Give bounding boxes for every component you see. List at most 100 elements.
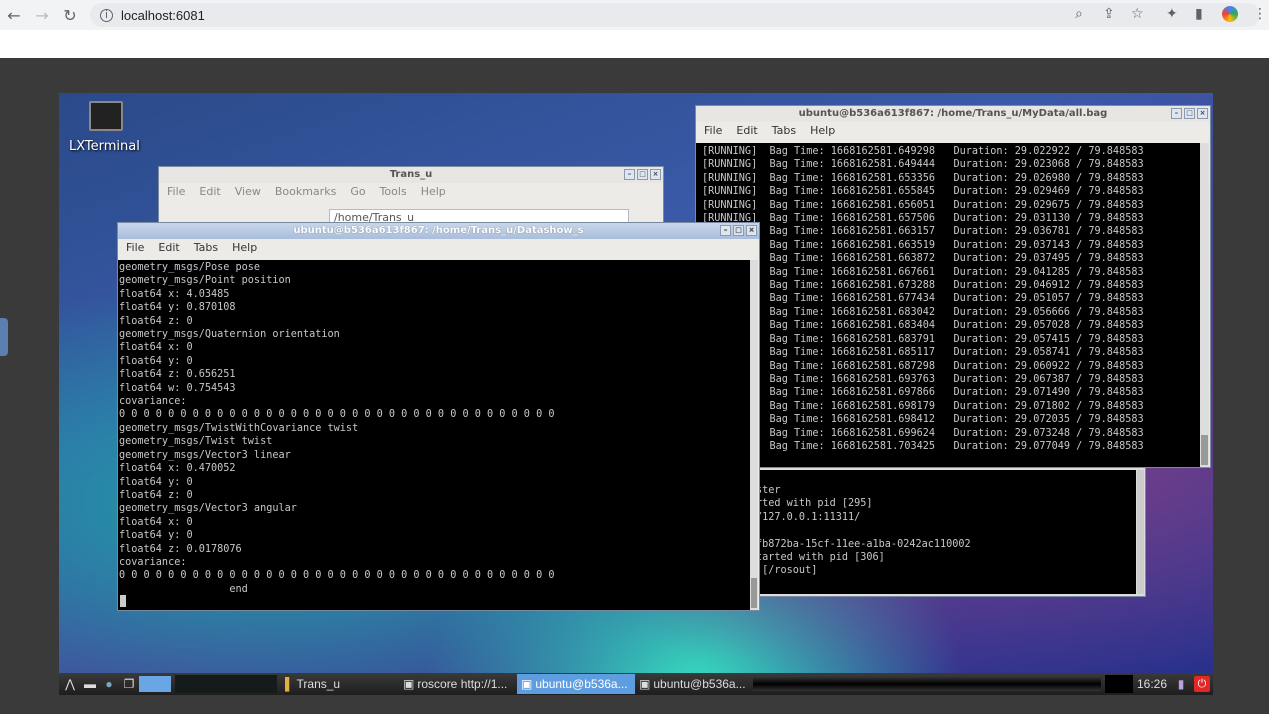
terminal-line: [RUNNING] Bag Time: 1668162581.699624 Du… [702,427,1144,439]
maximize-button[interactable]: □ [637,169,648,180]
terminal-line: tarted with pid [306] [756,552,885,564]
scrollbar[interactable] [1137,470,1144,594]
terminal-line: geometry_msgs/Twist twist [119,436,273,448]
terminal-line: [RUNNING] Bag Time: 1668162581.683791 Du… [702,333,1144,345]
menu-view[interactable]: View [235,183,261,201]
terminal-line: [RUNNING] Bag Time: 1668162581.687298 Du… [702,360,1144,372]
terminal-line: float64 y: 0.870108 [119,302,236,314]
terminal-line: /127.0.0.1:11311/ [756,511,861,523]
profile-avatar[interactable] [1222,6,1238,22]
back-icon[interactable]: ← [0,6,28,25]
terminal-line: [RUNNING] Bag Time: 1668162581.697866 Du… [702,387,1144,399]
network-icon[interactable]: ▮ [1171,677,1191,691]
close-button[interactable]: × [1197,108,1208,119]
workspace-1[interactable] [139,676,171,692]
terminal-line: [RUNNING] Bag Time: 1668162581.698179 Du… [702,400,1144,412]
extensions-icon[interactable]: ✦ [1166,6,1178,22]
terminal-datashow-window: ubuntu@b536a613f867: /home/Trans_u/Datas… [117,222,760,611]
terminal-line: geometry_msgs/Vector3 angular [119,503,297,515]
task-ubuntu-terminal-1[interactable]: ▣ ubuntu@b536a... [517,674,635,694]
terminal-line: [RUNNING] Bag Time: 1668162581.655845 Du… [702,186,1144,198]
terminal-line: float64 x: 0.470052 [119,463,236,475]
desktop-icon-label[interactable]: LXTerminal [69,139,140,154]
terminal-line: [RUNNING] Bag Time: 1668162581.663872 Du… [702,253,1144,265]
terminal-line: 0 0 0 0 0 0 0 0 0 0 0 0 0 0 0 0 0 0 0 0 … [119,570,555,582]
minimize-button[interactable]: – [720,225,731,236]
maximize-button[interactable]: □ [1184,108,1195,119]
close-button[interactable]: × [746,225,757,236]
terminal-launcher-icon[interactable]: ▬ [81,677,99,691]
terminal-line: [RUNNING] Bag Time: 1668162581.649444 Du… [702,159,1144,171]
task-trans-u[interactable]: ▌ Trans_u [281,674,399,694]
address-bar[interactable]: i localhost:6081 [90,3,1260,27]
menu-help[interactable]: Help [421,183,446,201]
menu-edit[interactable]: Edit [736,122,757,140]
scrollbar[interactable] [750,260,758,610]
terminal-line: [RUNNING] Bag Time: 1668162581.649298 Du… [702,146,1144,157]
menu-help[interactable]: Help [232,239,257,257]
zoom-icon[interactable]: ⌕ [1075,6,1083,22]
minimize-button[interactable]: – [1171,108,1182,119]
task-roscore[interactable]: ▣ roscore http://1... [399,674,517,694]
maximize-button[interactable]: □ [733,225,744,236]
app-menu-icon[interactable]: ⋀ [59,677,81,691]
folder-icon: ▌ [285,677,294,691]
menu-edit[interactable]: Edit [199,183,220,201]
forward-icon[interactable]: → [28,6,56,25]
window-title: ubuntu@b536a613f867: /home/Trans_u/MyDat… [696,106,1210,122]
task-ubuntu-terminal-2[interactable]: ▣ ubuntu@b536a... [635,674,753,694]
vnc-sidebar-handle[interactable] [0,318,8,356]
browser-launcher-icon[interactable]: ● [99,677,119,691]
info-icon[interactable]: i [100,8,113,22]
menu-tabs[interactable]: Tabs [194,239,218,257]
menu-kebab-icon[interactable]: ⋮ [1253,6,1267,22]
minimize-button[interactable]: – [624,169,635,180]
workspace-2[interactable] [175,675,209,693]
terminal-line: end [119,583,248,595]
terminal-output[interactable]: ster rted with pid [295]/127.0.0.1:11311/… [750,470,1136,594]
menu-bookmarks[interactable]: Bookmarks [275,183,336,201]
share-icon[interactable]: ⇪ [1103,6,1115,22]
workspace-3[interactable] [209,675,243,693]
power-icon[interactable]: ⏻ [1194,676,1210,692]
side-panel-icon[interactable]: ▮ [1195,6,1203,22]
reload-icon[interactable]: ↻ [56,6,84,25]
terminal-line: float64 z: 0 [119,315,193,327]
terminal-bag-window: ubuntu@b536a613f867: /home/Trans_u/MyDat… [695,105,1211,468]
terminal-line: float64 y: 0 [119,355,193,367]
terminal-line: geometry_msgs/TwistWithCovariance twist [119,422,359,434]
terminal-line: [RUNNING] Bag Time: 1668162581.677434 Du… [702,293,1144,305]
scrollbar[interactable] [1200,143,1209,467]
terminal-line: [RUNNING] Bag Time: 1668162581.663157 Du… [702,226,1144,238]
terminal-line: float64 x: 4.03485 [119,288,230,300]
menu-file[interactable]: File [167,183,185,201]
terminal-line: float64 x: 0 [119,342,193,354]
workspace-4[interactable] [243,675,277,693]
terminal-line: float64 x: 0 [119,516,193,528]
terminal-line: [/rosout] [756,565,818,577]
bookmark-star-icon[interactable]: ☆ [1131,6,1144,22]
menu-file[interactable]: File [704,122,722,140]
terminal-line: [RUNNING] Bag Time: 1668162581.685117 Du… [702,347,1144,359]
menu-tabs[interactable]: Tabs [772,122,796,140]
menu-edit[interactable]: Edit [158,239,179,257]
menu-file[interactable]: File [126,239,144,257]
window-title: ubuntu@b536a613f867: /home/Trans_u/Datas… [118,223,759,239]
file-manager-launcher-icon[interactable]: ❐ [119,677,139,691]
menu-bar: File Edit View Bookmarks Go Tools Help [159,183,663,201]
terminal-output[interactable]: geometry_msgs/Pose pose geometry_msgs/Poi… [118,260,751,610]
menu-go[interactable]: Go [350,183,365,201]
lxterminal-desktop-icon[interactable] [89,101,123,131]
clock[interactable]: 16:26 [1137,677,1167,691]
terminal-line: covariance: [119,556,187,568]
close-button[interactable]: × [650,169,661,180]
terminal-line: [RUNNING] Bag Time: 1668162581.657506 Du… [702,213,1144,225]
url-text: localhost:6081 [121,7,205,23]
terminal-line: [RUNNING] Bag Time: 1668162581.683042 Du… [702,306,1144,318]
menu-tools[interactable]: Tools [380,183,407,201]
menu-bar: File Edit Tabs Help [118,239,759,257]
menu-help[interactable]: Help [810,122,835,140]
terminal-icon: ▣ [521,677,533,691]
terminal-line: geometry_msgs/Pose pose [119,262,261,273]
terminal-output[interactable]: [RUNNING] Bag Time: 1668162581.649298 Du… [696,143,1201,467]
